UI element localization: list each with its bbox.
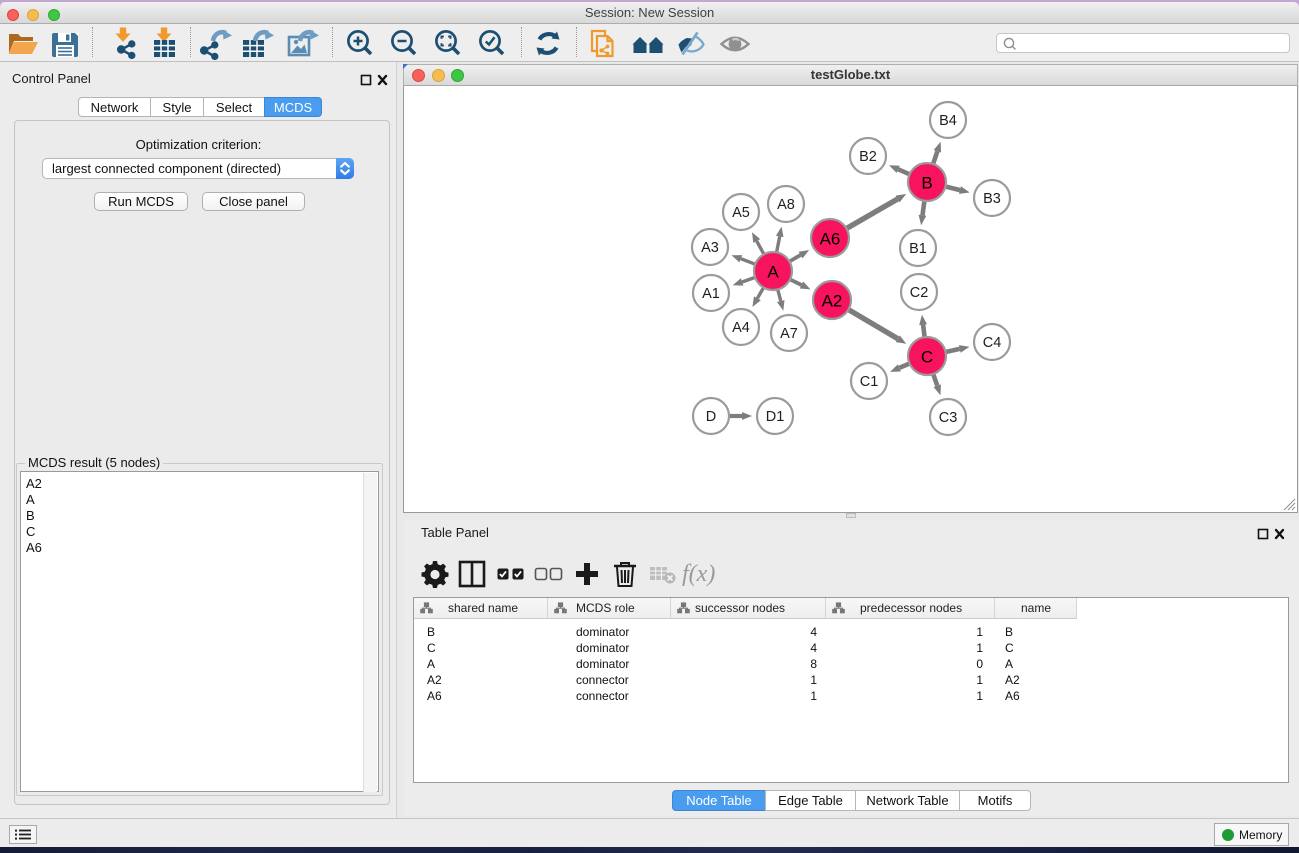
svg-text:A: A [767, 263, 779, 282]
svg-text:B1: B1 [909, 241, 927, 257]
svg-text:B3: B3 [983, 191, 1001, 207]
svg-text:B: B [921, 174, 932, 193]
svg-text:f(x): f(x) [682, 561, 715, 587]
svg-text:A7: A7 [780, 326, 798, 342]
svg-text:C3: C3 [939, 410, 958, 426]
svg-text:C1: C1 [860, 374, 879, 390]
svg-text:B4: B4 [939, 113, 957, 129]
svg-text:A6: A6 [820, 230, 841, 249]
svg-text:A8: A8 [777, 197, 795, 213]
svg-text:C: C [921, 348, 933, 367]
svg-text:A2: A2 [822, 292, 843, 311]
svg-text:B2: B2 [859, 149, 877, 165]
svg-text:A5: A5 [732, 205, 750, 221]
svg-text:A3: A3 [701, 240, 719, 256]
svg-text:A4: A4 [732, 320, 750, 336]
svg-text:A1: A1 [702, 286, 720, 302]
svg-text:C2: C2 [910, 285, 929, 301]
svg-text:D: D [706, 409, 716, 425]
svg-text:D1: D1 [766, 409, 785, 425]
svg-text:C4: C4 [983, 335, 1002, 351]
